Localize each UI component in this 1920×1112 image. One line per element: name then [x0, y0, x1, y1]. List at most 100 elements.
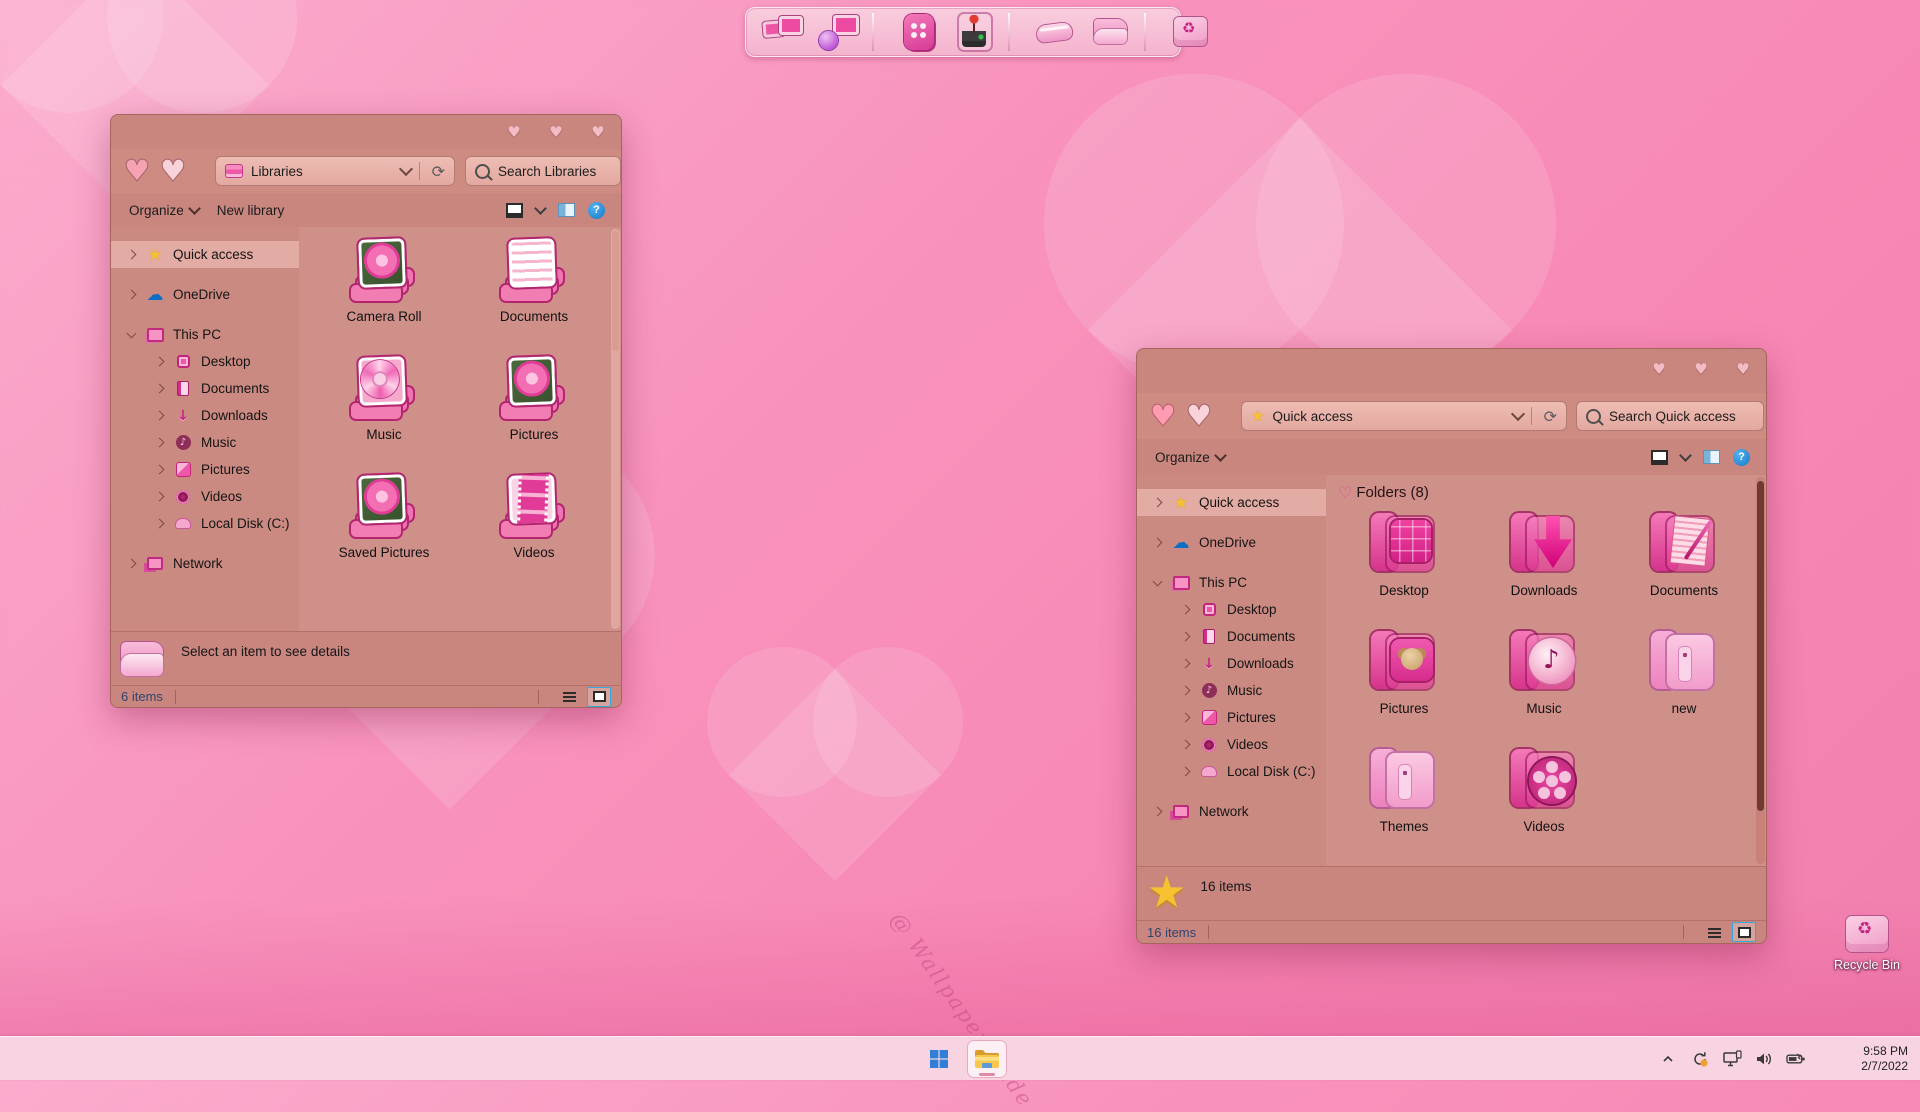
folder-item[interactable]: Videos: [1474, 747, 1614, 865]
dock-shortcut[interactable]: [1090, 11, 1146, 53]
sidebar-item[interactable]: Music: [1137, 677, 1326, 704]
views-dropdown-icon[interactable]: [534, 202, 547, 215]
sidebar-item[interactable]: Downloads: [1137, 650, 1326, 677]
expander[interactable]: [123, 328, 139, 339]
sidebar-item[interactable]: OneDrive: [1137, 529, 1326, 556]
address-bar[interactable]: Quick access: [1241, 401, 1567, 431]
taskbar-clock[interactable]: 9:58 PM 2/7/2022: [1861, 1037, 1908, 1080]
new-library-button[interactable]: New library: [217, 203, 285, 218]
sidebar-item[interactable]: Downloads: [111, 402, 299, 429]
folder-item[interactable]: Pictures: [1334, 629, 1474, 747]
search-box[interactable]: Search Quick access: [1576, 401, 1764, 431]
library-item[interactable]: Pictures: [459, 354, 609, 473]
sidebar-item[interactable]: Documents: [1137, 623, 1326, 650]
address-dropdown-icon[interactable]: [398, 161, 413, 177]
library-item[interactable]: Videos: [459, 472, 609, 591]
back-button[interactable]: [121, 156, 153, 186]
refresh-icon[interactable]: [432, 162, 445, 181]
sidebar-item[interactable]: Local Disk (C:): [1137, 758, 1326, 785]
dock-shortcut[interactable]: [762, 11, 804, 53]
forward-button[interactable]: [157, 156, 189, 186]
sidebar-item[interactable]: Desktop: [111, 348, 299, 375]
tray-overflow-chevron-icon[interactable]: [1658, 1049, 1678, 1069]
sidebar-item[interactable]: Pictures: [111, 456, 299, 483]
sidebar-item[interactable]: Quick access: [1137, 489, 1326, 516]
expander[interactable]: [151, 518, 167, 529]
expander[interactable]: [1149, 576, 1165, 587]
expander[interactable]: [151, 356, 167, 367]
sidebar-item[interactable]: Network: [1137, 798, 1326, 825]
start-button[interactable]: [920, 1041, 958, 1077]
folder-item[interactable]: Music: [1474, 629, 1614, 747]
expander[interactable]: [123, 289, 139, 300]
search-box[interactable]: Search Libraries: [465, 156, 621, 186]
expander[interactable]: [1177, 739, 1193, 750]
battery-icon[interactable]: [1786, 1049, 1806, 1069]
minimize-button[interactable]: [505, 124, 523, 140]
expander[interactable]: [1177, 766, 1193, 777]
dock-shortcut[interactable]: [954, 11, 1010, 53]
preview-pane-icon[interactable]: [558, 203, 575, 217]
sidebar-item[interactable]: Local Disk (C:): [111, 510, 299, 537]
maximize-button[interactable]: [547, 124, 565, 140]
scrollbar-thumb[interactable]: [612, 231, 619, 351]
folder-item[interactable]: new: [1614, 629, 1754, 747]
expander[interactable]: [1149, 806, 1165, 817]
scrollbar[interactable]: [1756, 477, 1765, 864]
address-dropdown-icon[interactable]: [1510, 406, 1525, 422]
sidebar-item[interactable]: Videos: [111, 483, 299, 510]
expander[interactable]: [1149, 497, 1165, 508]
change-view-icon[interactable]: [1651, 449, 1668, 465]
dock-shortcut[interactable]: [1170, 11, 1212, 53]
refresh-icon[interactable]: [1544, 407, 1557, 426]
folder-item[interactable]: Downloads: [1474, 511, 1614, 629]
sync-status-icon[interactable]: [1690, 1049, 1710, 1069]
sidebar-item[interactable]: Desktop: [1137, 596, 1326, 623]
dock-shortcut[interactable]: [1034, 11, 1076, 53]
expander[interactable]: [151, 383, 167, 394]
dock-shortcut[interactable]: [818, 11, 874, 53]
icons-view-toggle[interactable]: [587, 686, 611, 707]
sidebar-item[interactable]: This PC: [111, 321, 299, 348]
expander[interactable]: [151, 491, 167, 502]
expander[interactable]: [151, 410, 167, 421]
network-tray-icon[interactable]: [1722, 1049, 1742, 1069]
sidebar-item[interactable]: Quick access: [111, 241, 299, 268]
minimize-button[interactable]: [1650, 361, 1668, 377]
details-view-toggle[interactable]: [1702, 922, 1726, 942]
volume-icon[interactable]: [1754, 1049, 1774, 1069]
forward-button[interactable]: [1183, 401, 1215, 431]
expander[interactable]: [123, 249, 139, 260]
library-item[interactable]: Documents: [459, 236, 609, 355]
recycle-bin-desktop-icon[interactable]: Recycle Bin: [1824, 912, 1910, 972]
sidebar-item[interactable]: Music: [111, 429, 299, 456]
details-view-toggle[interactable]: [557, 687, 581, 707]
expander[interactable]: [123, 558, 139, 569]
help-icon[interactable]: ?: [1733, 448, 1750, 466]
library-item[interactable]: Saved Pictures: [309, 472, 459, 591]
expander[interactable]: [1177, 658, 1193, 669]
close-button[interactable]: [589, 124, 607, 140]
address-bar[interactable]: Libraries: [215, 156, 455, 186]
close-button[interactable]: [1734, 361, 1752, 377]
file-explorer-taskbar-button[interactable]: [968, 1040, 1006, 1077]
views-dropdown-icon[interactable]: [1679, 449, 1692, 462]
scrollbar[interactable]: [611, 229, 620, 629]
dock-shortcut[interactable]: [898, 11, 940, 53]
help-icon[interactable]: ?: [588, 201, 605, 219]
library-item[interactable]: Camera Roll: [309, 236, 459, 355]
expander[interactable]: [1177, 604, 1193, 615]
preview-pane-icon[interactable]: [1703, 450, 1720, 464]
scrollbar-thumb[interactable]: [1757, 481, 1764, 811]
maximize-button[interactable]: [1692, 361, 1710, 377]
change-view-icon[interactable]: [506, 202, 523, 218]
sidebar-item[interactable]: Pictures: [1137, 704, 1326, 731]
folder-item[interactable]: Desktop: [1334, 511, 1474, 629]
sidebar-item[interactable]: Documents: [111, 375, 299, 402]
back-button[interactable]: [1147, 401, 1179, 431]
organize-menu[interactable]: Organize: [129, 202, 201, 218]
expander[interactable]: [1177, 685, 1193, 696]
folder-item[interactable]: Themes: [1334, 747, 1474, 865]
expander[interactable]: [151, 437, 167, 448]
folder-item[interactable]: Documents: [1614, 511, 1754, 629]
